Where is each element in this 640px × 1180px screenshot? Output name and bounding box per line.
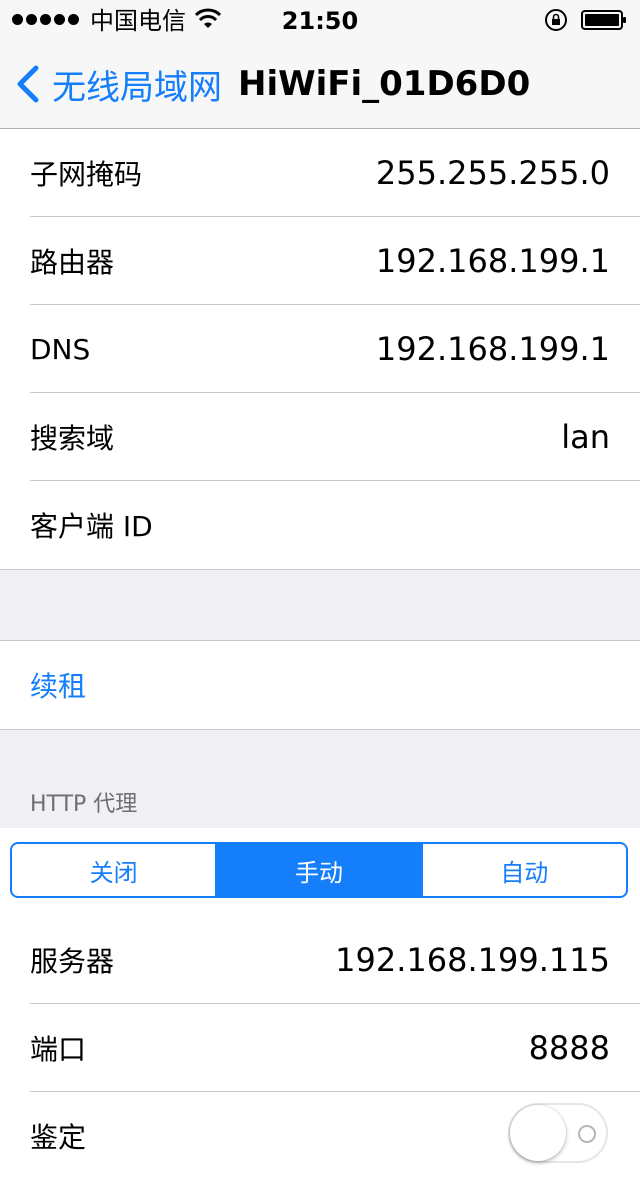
proxy-server-input[interactable]: 192.168.199.115 — [335, 941, 610, 979]
subnet-label: 子网掩码 — [30, 158, 143, 191]
back-chevron-icon — [17, 65, 39, 103]
proxy-mode-manual[interactable]: 手动 — [215, 844, 421, 896]
proxy-port-label: 端口 — [30, 1033, 87, 1066]
router-label: 路由器 — [30, 246, 115, 279]
proxy-port-input[interactable]: 8888 — [529, 1029, 610, 1067]
dns-value[interactable]: 192.168.199.1 — [376, 330, 610, 368]
network-info-row-client-id[interactable]: 客户端 ID — [0, 481, 640, 569]
battery-icon — [581, 10, 626, 30]
proxy-port-row[interactable]: 端口 8888 — [0, 1004, 640, 1092]
http-proxy-header: HTTP 代理 — [30, 792, 138, 817]
back-button[interactable]: 无线局域网 — [12, 62, 222, 108]
proxy-server-label: 服务器 — [30, 945, 115, 978]
renew-lease-group: 续租 — [0, 640, 640, 730]
search-domain-value[interactable]: lan — [561, 418, 610, 456]
proxy-server-row[interactable]: 服务器 192.168.199.115 — [0, 916, 640, 1004]
router-value: 192.168.199.1 — [375, 242, 610, 280]
network-info-row-search-domain[interactable]: 搜索域 lan — [0, 393, 640, 481]
network-info-list: 子网掩码 255.255.255.0 路由器 192.168.199.1 DNS… — [0, 129, 640, 570]
network-info-row-subnet: 子网掩码 255.255.255.0 — [0, 129, 640, 217]
back-button-label: 无线局域网 — [52, 67, 222, 108]
toggle-knob — [510, 1105, 566, 1161]
subnet-value: 255.255.255.0 — [375, 154, 610, 192]
network-info-row-dns[interactable]: DNS 192.168.199.1 — [0, 305, 640, 393]
orientation-lock-icon — [545, 9, 567, 31]
toggle-off-indicator-icon — [578, 1125, 596, 1143]
search-domain-label: 搜索域 — [30, 422, 115, 455]
proxy-mode-auto[interactable]: 自动 — [420, 844, 626, 896]
proxy-mode-off[interactable]: 关闭 — [12, 844, 215, 896]
network-info-row-router: 路由器 192.168.199.1 — [0, 217, 640, 305]
proxy-auth-toggle[interactable] — [508, 1103, 608, 1163]
proxy-mode-segmented-control: 关闭 手动 自动 — [10, 842, 628, 898]
renew-lease-label: 续租 — [30, 670, 87, 703]
navigation-bar: 无线局域网 HiWiFi_01D6D0 — [0, 40, 640, 129]
renew-lease-button[interactable]: 续租 — [0, 641, 640, 729]
page-title: HiWiFi_01D6D0 — [238, 64, 531, 104]
dns-label: DNS — [30, 332, 91, 366]
status-bar: 中国电信 21:50 — [0, 0, 640, 40]
proxy-auth-label: 鉴定 — [30, 1121, 87, 1154]
client-id-label: 客户端 ID — [30, 510, 153, 543]
